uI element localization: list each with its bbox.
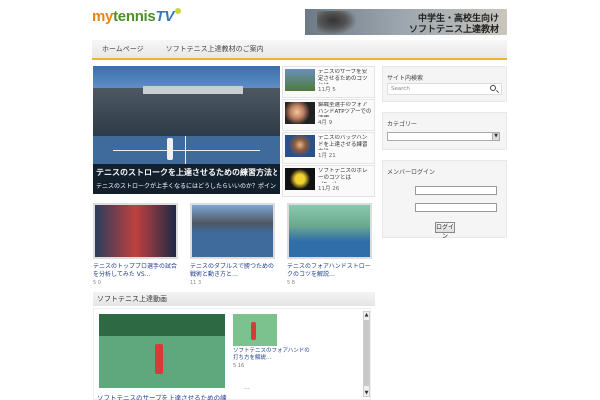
post-date: 4月 9	[318, 120, 333, 126]
logo-part-my: my	[92, 8, 114, 25]
post-meta: 11 3	[190, 280, 202, 286]
list-item[interactable]: ソフトテニスのボレーのコツとは（Part）… 11月 26	[282, 165, 375, 197]
video-meta: 5 16	[233, 363, 245, 369]
post-date: 11月 26	[318, 186, 340, 192]
category-select[interactable]: ▼	[387, 132, 500, 141]
widget-title: メンバーログイン	[387, 169, 436, 176]
post-thumbnail	[287, 203, 372, 259]
login-button[interactable]: ログイン	[435, 222, 455, 240]
video-caption[interactable]: ソフトテニスのサーブを上達させるための練習法	[97, 392, 227, 400]
grid-card[interactable]: テニスのトッププロ選手の試合を分析してみた VS… 5 0	[93, 203, 182, 286]
scroll-thumb[interactable]	[364, 320, 369, 386]
list-item[interactable]: テニスのバックハンドを上達させる練習方法… 1月 21	[282, 132, 375, 164]
thumbnail-player	[251, 322, 256, 340]
post-title: テニスのトッププロ選手の試合を分析してみた VS…	[93, 263, 178, 278]
recent-posts-list: テニスのサーブを安定させるためのコツとは… 11月 5 錦織圭選手のフォアハンド…	[282, 66, 375, 198]
username-field[interactable]	[415, 186, 497, 195]
post-meta: 5 8	[287, 280, 295, 286]
nav-item-materials[interactable]: ソフトテニス上達教材のご案内	[166, 44, 264, 54]
post-grid: テニスのトッププロ選手の試合を分析してみた VS… 5 0 テニスのダブルスで勝…	[93, 203, 378, 286]
post-title: ソフトテニスのボレーのコツとは（Part）…	[318, 168, 368, 183]
post-title: テニスのバックハンドを上達させる練習方法…	[318, 135, 368, 150]
featured-player	[167, 138, 173, 160]
scroll-down-icon[interactable]: ▼	[364, 390, 369, 396]
post-thumbnail	[190, 203, 275, 259]
grid-card[interactable]: テニスのフォアハンドストロークのコツを解説… 5 8	[287, 203, 376, 286]
post-title: テニスのダブルスで勝つための戦術と動き方と…	[190, 263, 275, 278]
post-title: テニスのサーブを安定させるためのコツとは…	[318, 69, 368, 84]
search-icon[interactable]	[490, 85, 496, 91]
grid-card[interactable]: テニスのダブルスで勝つための戦術と動き方と… 11 3	[190, 203, 279, 286]
logo-part-tv: TV	[155, 8, 175, 25]
widget-title: カテゴリー	[387, 121, 418, 128]
video-thumbnail-main[interactable]	[99, 314, 225, 388]
featured-stadium-roof	[143, 86, 243, 94]
login-widget: メンバーログイン ログイン	[382, 160, 507, 240]
court-line	[185, 136, 186, 164]
post-thumbnail	[93, 203, 178, 259]
video-title[interactable]: ソフトテニスのフォアハンドの打ち方を解説…	[233, 348, 313, 362]
post-date: 11月 5	[318, 87, 336, 93]
court-line	[113, 150, 260, 151]
post-title: テニスのフォアハンドストロークのコツを解説…	[287, 263, 371, 278]
video-section: ソフトテニスのフォアハンドの打ち方を解説… 5 16 ... ソフトテニスのサー…	[93, 308, 371, 400]
header-banner[interactable]: 中学生・高校生向け ソフトテニス上達教材	[305, 9, 507, 35]
featured-subtitle: テニスのストロークが上手くなるにはどうしたらいいのか？ポイントを解説	[96, 183, 277, 190]
nav-item-home[interactable]: ホームページ	[102, 44, 144, 54]
thumbnail-wall	[99, 314, 225, 336]
featured-caption: テニスのストロークを上達させるための練習方法とは… テニスのストロークが上手くな…	[93, 164, 280, 194]
login-username-row	[387, 186, 497, 195]
section-header: ソフトテニス上達動画	[93, 292, 375, 306]
banner-line-2: ソフトテニス上達教材	[408, 25, 499, 35]
post-thumbnail	[285, 168, 315, 190]
banner-player-image	[317, 11, 357, 35]
post-date: 1月 21	[318, 153, 336, 159]
video-thumbnail-small[interactable]	[233, 314, 277, 346]
logo-part-tennis: tennis	[113, 8, 156, 25]
scrollbar[interactable]: ▲ ▼	[363, 311, 370, 397]
search-input[interactable]: Search	[387, 83, 502, 95]
chevron-down-icon[interactable]: ▼	[492, 133, 499, 140]
widget-title: サイト内検索	[387, 75, 424, 82]
post-thumbnail	[285, 69, 315, 91]
search-widget: サイト内検索 Search	[382, 66, 507, 102]
login-password-row	[387, 203, 497, 212]
list-item[interactable]: 錦織圭選手のフォアハンドATPツアーでの活躍… 4月 9	[282, 99, 375, 131]
featured-post[interactable]: テニスのストロークを上達させるための練習方法とは… テニスのストロークが上手くな…	[93, 66, 280, 194]
main-nav: ホームページ ソフトテニス上達教材のご案内	[92, 40, 507, 60]
post-thumbnail	[285, 102, 315, 124]
post-meta: 5 0	[93, 280, 101, 286]
featured-stadium	[93, 88, 280, 138]
list-item[interactable]: テニスのサーブを安定させるためのコツとは… 11月 5	[282, 66, 375, 98]
post-thumbnail	[285, 135, 315, 157]
tennis-ball-icon	[175, 8, 182, 14]
scroll-up-icon[interactable]: ▲	[364, 312, 369, 318]
more-indicator: ...	[244, 384, 250, 391]
post-title: 錦織圭選手のフォアハンドATPツアーでの活躍…	[318, 102, 372, 117]
featured-title[interactable]: テニスのストロークを上達させるための練習方法とは…	[96, 167, 277, 178]
category-widget: カテゴリー ▼	[382, 112, 507, 150]
password-field[interactable]	[415, 203, 497, 212]
site-logo[interactable]: mytennisTV	[92, 8, 182, 25]
thumbnail-player	[155, 344, 163, 374]
